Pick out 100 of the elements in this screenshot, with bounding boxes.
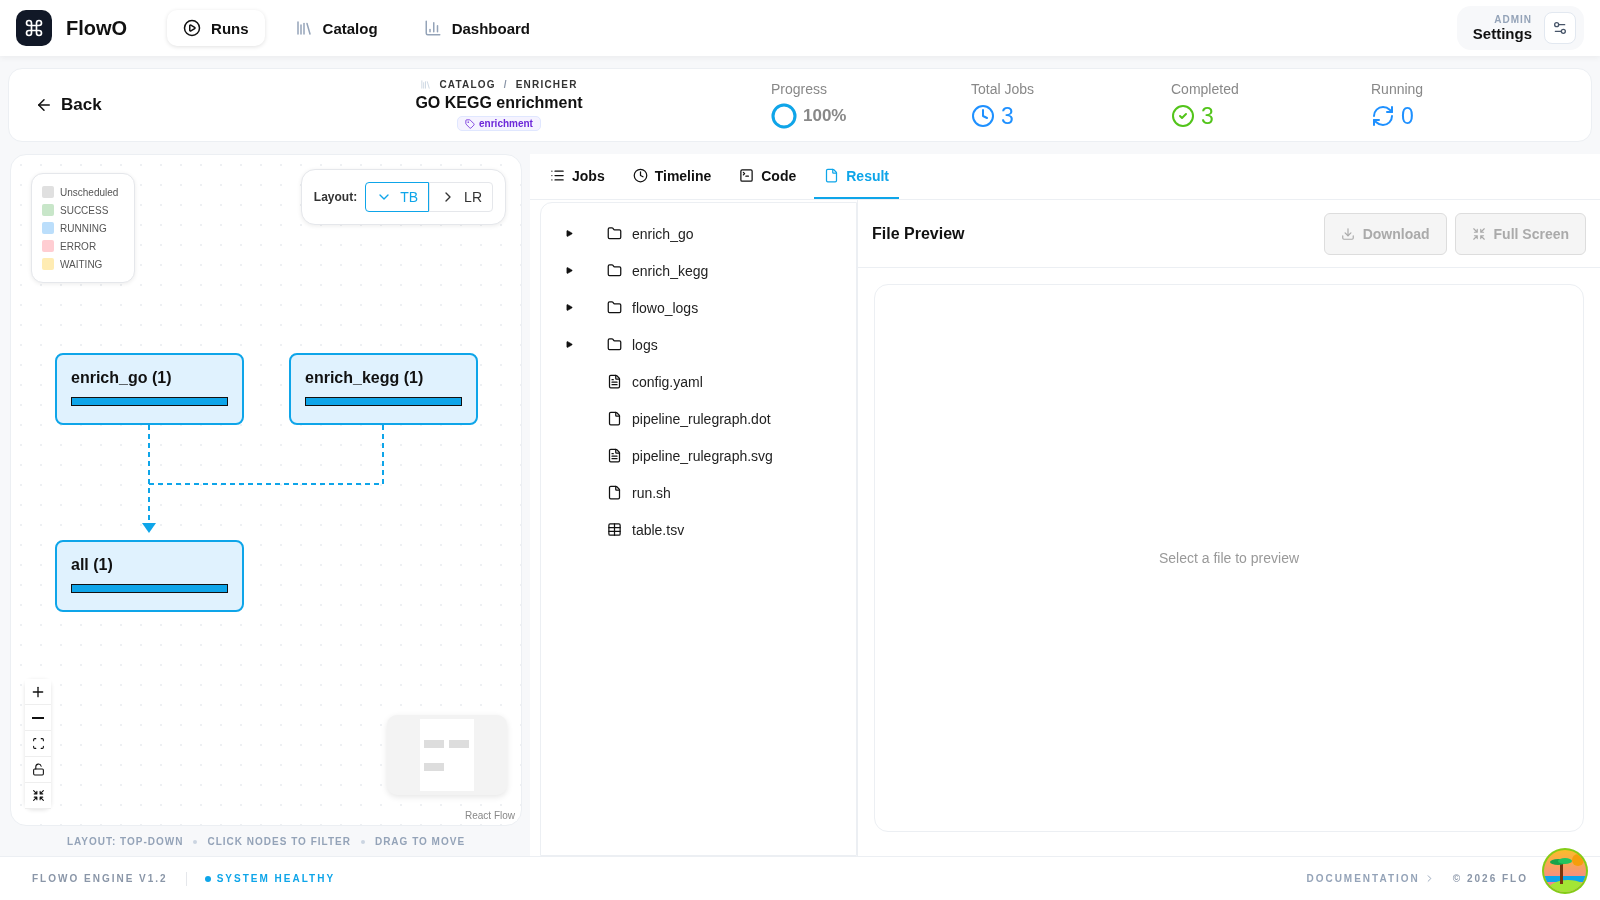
version-text: FLOWO ENGINE V1.2	[32, 873, 168, 884]
refresh-icon	[1371, 104, 1395, 128]
legend-label: SUCCESS	[60, 204, 109, 216]
settings-button[interactable]	[1544, 12, 1576, 44]
node-label: all (1)	[71, 556, 114, 574]
legend-label: ERROR	[60, 240, 97, 252]
bar-chart-icon	[423, 19, 442, 37]
breadcrumb-link[interactable]: CATALOG	[439, 79, 496, 90]
file-name: pipeline_rulegraph.dot	[632, 410, 771, 427]
stat-value: 3	[1201, 102, 1214, 130]
minus-icon	[32, 716, 44, 719]
job-node[interactable]: all (1)	[55, 540, 244, 612]
shrink-icon	[31, 789, 45, 802]
nav-tab[interactable]: Dashboard	[407, 10, 546, 46]
terminal-icon	[739, 168, 755, 183]
file-tree-item[interactable]: pipeline_rulegraph.svg	[541, 437, 856, 474]
status-text: SYSTEM HEALTHY	[216, 873, 336, 884]
clock-icon	[971, 104, 995, 128]
stat-label: Total Jobs	[971, 80, 1036, 97]
breadcrumb-separator: /	[503, 79, 508, 90]
file-icon	[607, 374, 622, 389]
check-circle-icon	[1171, 104, 1195, 128]
books-icon	[294, 19, 313, 37]
job-node[interactable]: enrich_kegg (1)	[289, 353, 478, 425]
empty-message: Select a file to preview	[1158, 550, 1300, 566]
legend-label: RUNNING	[60, 222, 107, 234]
legend-label: Unscheduled	[60, 186, 119, 198]
caret-icon[interactable]	[565, 267, 573, 274]
layout-option[interactable]: LR	[429, 182, 493, 212]
file-name: table.tsv	[632, 521, 685, 538]
folder-icon	[607, 226, 622, 241]
file-icon	[607, 411, 622, 426]
attribution-link[interactable]: React Flow	[463, 810, 517, 821]
zoom-out-button[interactable]	[25, 705, 51, 731]
folder-icon	[607, 300, 622, 315]
copyright-text: © 2026 FLO	[1452, 873, 1528, 884]
file-name: enrich_kegg	[632, 262, 709, 279]
lock-icon	[31, 763, 45, 776]
nav-tab[interactable]: Runs	[167, 10, 265, 46]
clock-icon	[632, 168, 648, 183]
file-tree-item[interactable]: flowo_logs	[541, 289, 856, 326]
caret-icon[interactable]	[565, 341, 573, 348]
file-name: enrich_go	[632, 225, 694, 242]
pipeline-title: GO KEGG enrichment	[415, 94, 583, 112]
file-tree-item[interactable]: enrich_go	[541, 215, 856, 252]
table-icon	[607, 522, 622, 537]
brand-name: FlowO	[66, 16, 128, 40]
tag-badge: enrichment	[457, 116, 541, 131]
sliders-icon	[1552, 20, 1568, 36]
file-name: run.sh	[632, 484, 671, 501]
admin-caption: ADMIN	[1493, 14, 1532, 25]
fit-view-button[interactable]	[25, 731, 51, 757]
file-name: pipeline_rulegraph.svg	[632, 447, 773, 464]
file-tree-item[interactable]: table.tsv	[541, 511, 856, 548]
file-icon	[607, 448, 622, 463]
job-node[interactable]: enrich_go (1)	[55, 353, 244, 425]
stat-label: Completed	[1171, 80, 1240, 97]
logo-icon[interactable]	[16, 10, 52, 46]
file-icon	[607, 485, 622, 500]
stat-label: Running	[1371, 80, 1425, 97]
caret-icon[interactable]	[565, 304, 573, 311]
library-icon	[420, 79, 432, 90]
stat-value: 0	[1401, 102, 1414, 130]
zoom-in-button[interactable]	[25, 679, 51, 705]
caret-icon[interactable]	[565, 230, 573, 237]
lock-button[interactable]	[25, 757, 51, 783]
breadcrumb-link[interactable]: ENRICHER	[515, 79, 578, 90]
file-name: config.yaml	[632, 373, 703, 390]
file-tree-item[interactable]: pipeline_rulegraph.dot	[541, 400, 856, 437]
stat-label: Progress	[771, 80, 829, 97]
fit-view-icon	[31, 737, 45, 750]
list-icon	[550, 168, 565, 183]
file-tree-item[interactable]: logs	[541, 326, 856, 363]
panel-tab[interactable]: Timeline	[622, 154, 722, 199]
node-label: enrich_kegg (1)	[305, 369, 425, 387]
shrink-icon	[1471, 226, 1486, 241]
nav-tab[interactable]: Catalog	[278, 10, 394, 46]
download-icon	[1340, 226, 1355, 241]
preview-title: File Preview	[872, 224, 965, 243]
hint-text: LAYOUT: TOP-DOWN	[66, 836, 184, 847]
hint-text: CLICK NODES TO FILTER	[207, 836, 351, 847]
shrink-button[interactable]	[25, 783, 51, 809]
back-button[interactable]: Back	[29, 94, 369, 116]
file-tree-item[interactable]: run.sh	[541, 474, 856, 511]
panel-tab[interactable]: Jobs	[540, 154, 615, 199]
legend-label: WAITING	[60, 258, 103, 270]
file-tree-item[interactable]: config.yaml	[541, 363, 856, 400]
file-icon	[824, 168, 840, 183]
file-tree-item[interactable]: enrich_kegg	[541, 252, 856, 289]
file-name: logs	[632, 336, 658, 353]
settings-label: Settings	[1472, 25, 1532, 42]
graph-canvas[interactable]: Unscheduled SUCCESS RUNNING ERROR WAITING Layout: TB LR enrich_go (1) enrich_kegg (1) all (1) React Flow	[10, 154, 522, 826]
panel-tab[interactable]: Code	[729, 154, 807, 199]
tag-icon	[465, 118, 476, 129]
file-name: flowo_logs	[632, 299, 699, 316]
hint-text: DRAG TO MOVE	[374, 836, 466, 847]
folder-icon	[607, 263, 622, 278]
node-label: enrich_go (1)	[71, 369, 173, 387]
play-circle-icon	[183, 19, 202, 37]
status-dot-icon	[204, 875, 211, 882]
